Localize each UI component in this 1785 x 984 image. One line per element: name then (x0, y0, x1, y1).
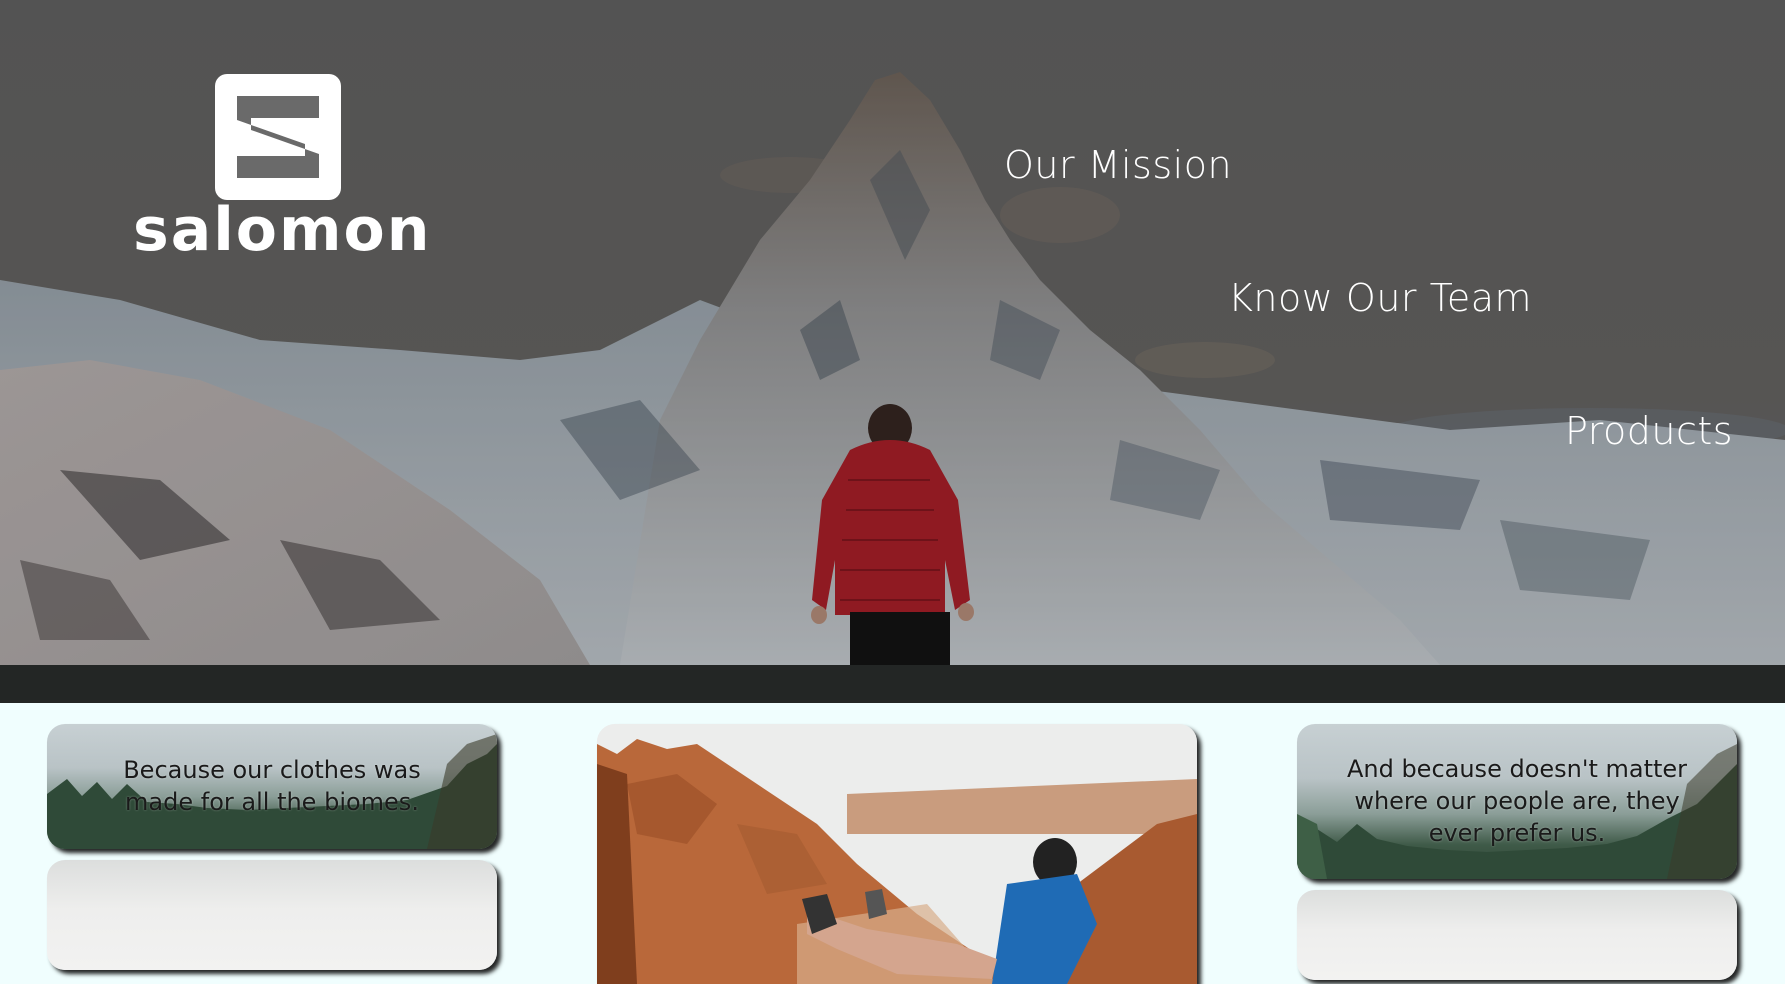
card-people-prefer: And because doesn't matter where our peo… (1297, 724, 1737, 879)
card-left-lower-image (47, 860, 497, 970)
card-people-prefer-text: And because doesn't matter where our peo… (1346, 755, 1688, 847)
card-biomes-text: Because our clothes was made for all the… (123, 756, 421, 816)
desert-hiker-image (597, 724, 1197, 984)
dark-divider-band (0, 665, 1785, 703)
card-right-lower-image (1297, 890, 1737, 980)
nav-link-our-mission[interactable]: Our Mission (1004, 143, 1232, 187)
card-desert-image (597, 724, 1197, 984)
nav-link-products[interactable]: Products (1565, 409, 1733, 453)
nav-link-know-our-team[interactable]: Know Our Team (1228, 276, 1532, 320)
brand-wordmark: salomon (133, 195, 432, 265)
hero-banner: salomon Our Mission Know Our Team Produc… (0, 0, 1785, 665)
salomon-s-logo-icon (215, 74, 341, 200)
card-biomes: Because our clothes was made for all the… (47, 724, 497, 849)
